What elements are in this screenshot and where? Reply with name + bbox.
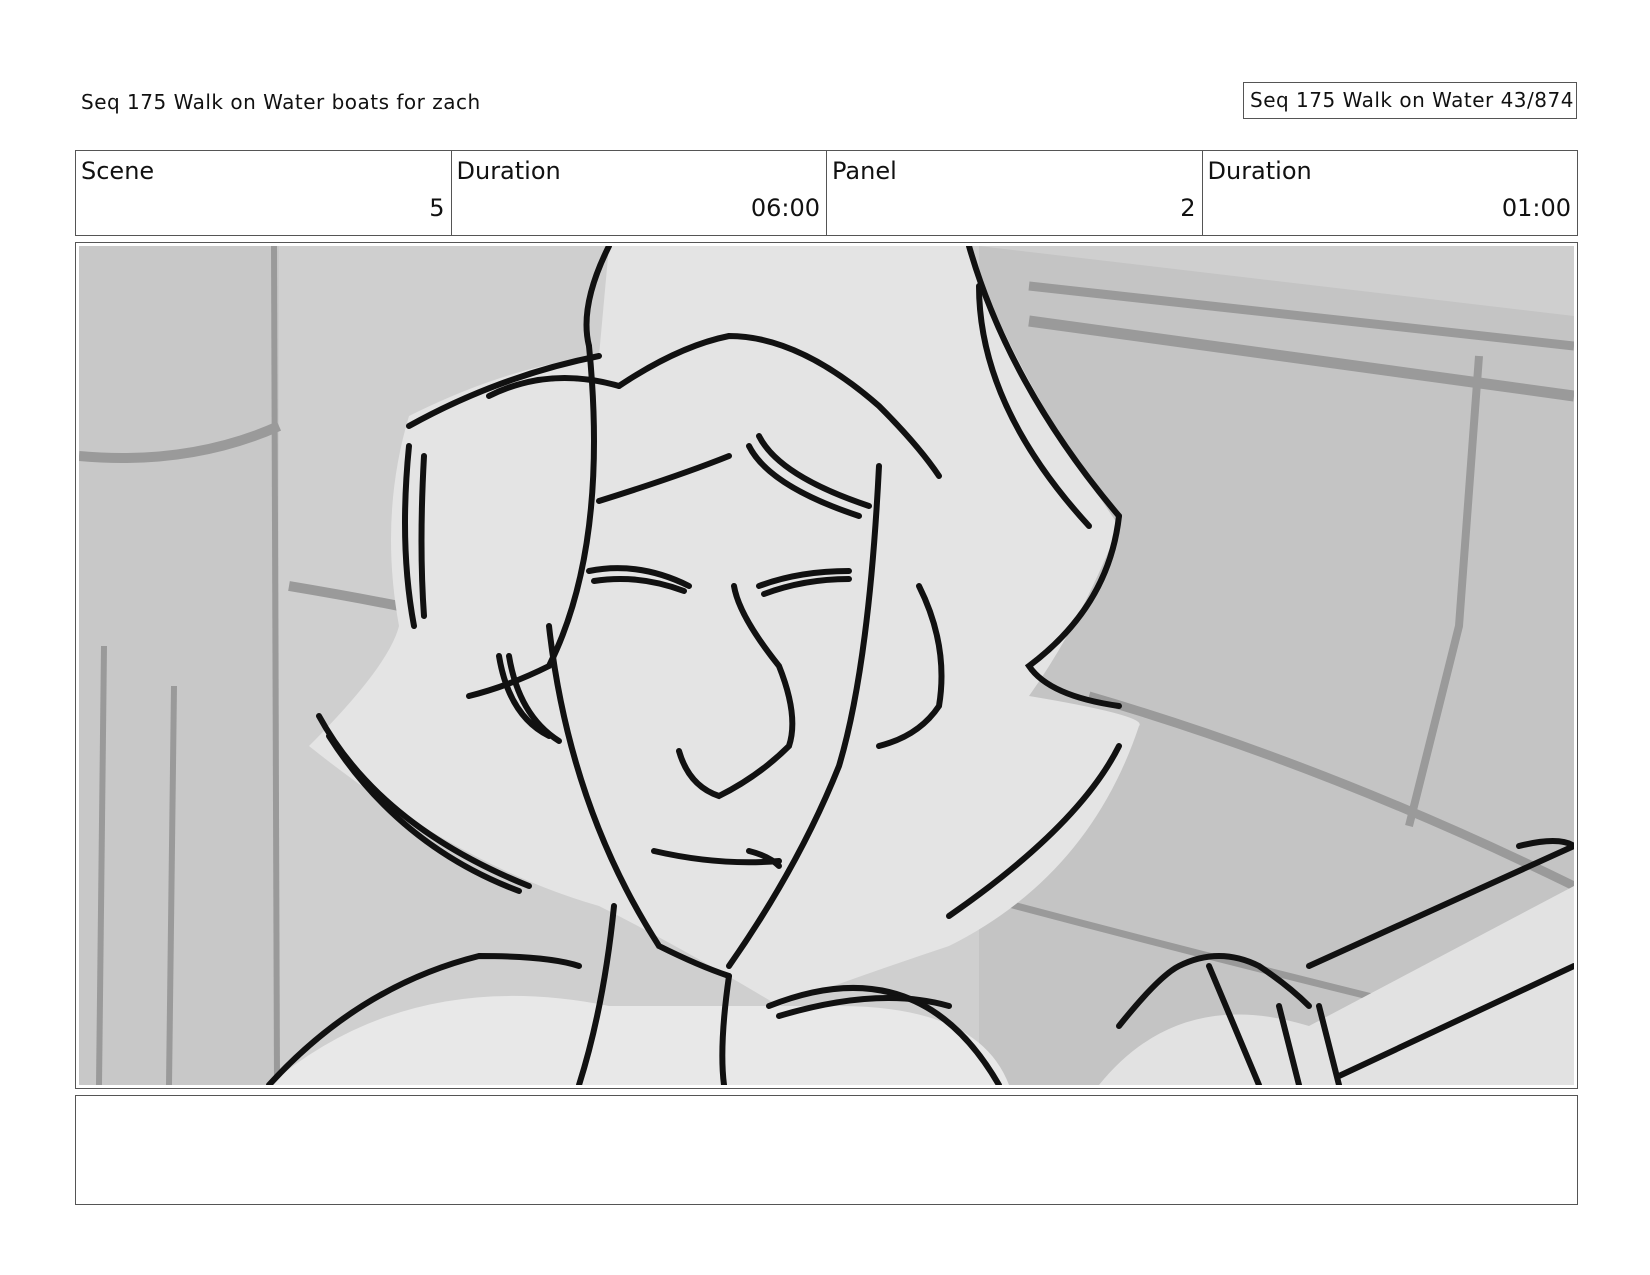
scene-duration-cell: Duration 06:00 <box>452 151 827 235</box>
sequence-page-counter: Seq 175 Walk on Water 43/874 <box>1243 82 1577 119</box>
panel-duration-value: 01:00 <box>1501 194 1571 222</box>
scene-cell: Scene 5 <box>76 151 452 235</box>
panel-notes-box <box>75 1095 1578 1205</box>
storyboard-panel-frame <box>75 242 1578 1089</box>
panel-duration-label: Duration <box>1207 157 1312 185</box>
scene-duration-label: Duration <box>456 157 561 185</box>
panel-duration-cell: Duration 01:00 <box>1203 151 1578 235</box>
scene-value: 5 <box>429 194 445 222</box>
scene-label: Scene <box>81 157 155 185</box>
panel-label: Panel <box>832 157 897 185</box>
panel-value: 2 <box>1180 194 1196 222</box>
sequence-title: Seq 175 Walk on Water boats for zach <box>81 90 481 114</box>
panel-info-table: Scene 5 Duration 06:00 Panel 2 Duration … <box>75 150 1578 236</box>
panel-cell: Panel 2 <box>827 151 1203 235</box>
scene-duration-value: 06:00 <box>750 194 820 222</box>
storyboard-sketch-image <box>79 246 1574 1085</box>
